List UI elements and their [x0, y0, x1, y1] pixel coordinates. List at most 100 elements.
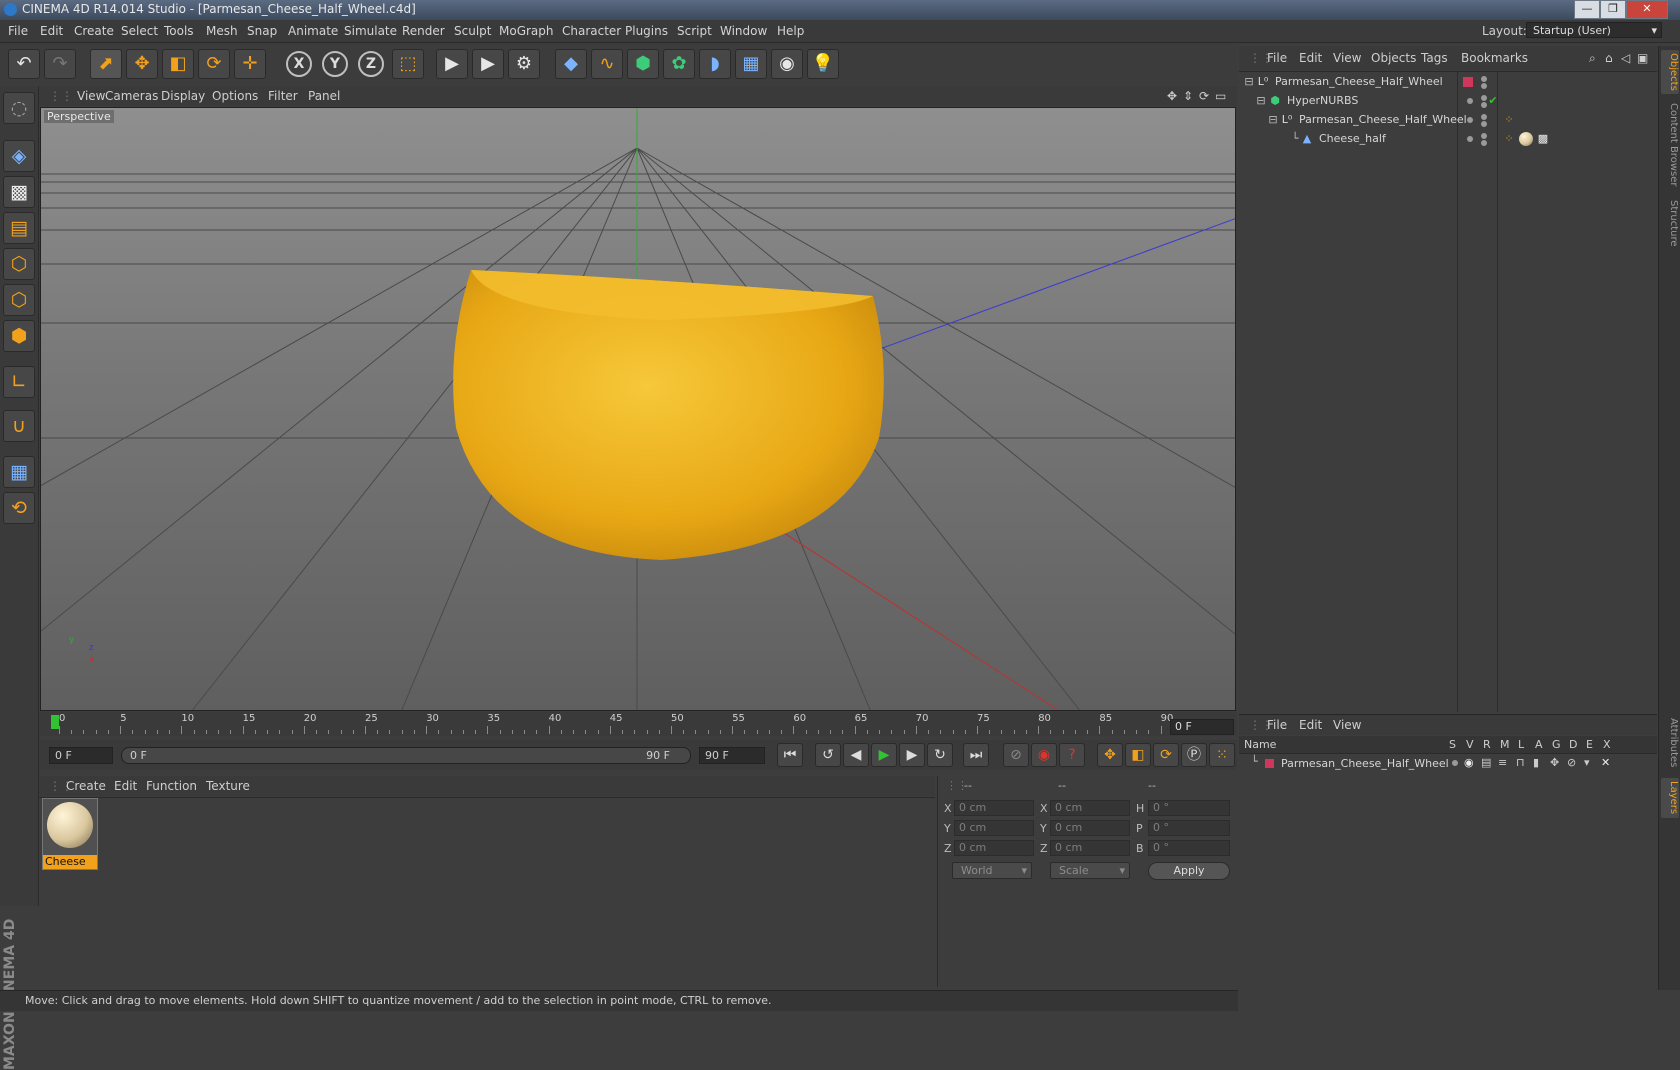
rotate-tool-button[interactable]: ⟳ [198, 49, 230, 79]
polygons-mode-button[interactable]: ⬢ [3, 320, 35, 352]
menu-window[interactable]: Window [720, 24, 767, 38]
visibility-dot[interactable] [1467, 136, 1473, 142]
column-header-generators[interactable]: G [1552, 738, 1561, 751]
points-mode-button[interactable]: ⬡ [3, 248, 35, 280]
size-mode-dropdown[interactable]: Scale ▾ [1050, 862, 1130, 879]
back-icon[interactable]: ◁ [1621, 51, 1630, 65]
current-frame-field[interactable]: 0 F [1170, 719, 1234, 735]
playhead-marker[interactable] [51, 715, 59, 729]
timeline-ruler[interactable]: 0 5 10 15 20 25 30 35 40 45 50 55 60 65 70 75 80 85 90 [39, 712, 1237, 736]
go-to-start-button[interactable]: ⏮ [777, 743, 803, 767]
workplane-lock-button[interactable]: ▦ [3, 456, 35, 488]
home-icon[interactable]: ⌂ [1605, 51, 1613, 65]
texture-mode-button[interactable]: ▩ [3, 176, 35, 208]
make-editable-button[interactable]: ◌ [3, 92, 35, 124]
y-axis-lock-button[interactable]: Y [322, 51, 348, 77]
layout-dropdown[interactable]: Startup (User) ▾ [1526, 22, 1662, 38]
rot-b-field[interactable]: 0 ° [1148, 840, 1230, 856]
phong-tag-icon[interactable]: ⁘ [1503, 133, 1515, 145]
checkmark-icon[interactable]: ✔ [1487, 95, 1499, 107]
viewport-pan-icon[interactable]: ✥ [1167, 89, 1177, 103]
collapse-icon[interactable]: ⊟ [1243, 76, 1255, 88]
material-menu-texture[interactable]: Texture [206, 779, 250, 793]
snap-button[interactable]: ∪ [3, 410, 35, 442]
deformer-button[interactable]: ◗ [699, 49, 731, 79]
menu-edit[interactable]: Edit [40, 24, 63, 38]
key-parameter-button[interactable]: Ⓟ [1181, 743, 1207, 767]
layer-manager-icon[interactable]: ≡ [1498, 756, 1507, 769]
menu-animate[interactable]: Animate [288, 24, 338, 38]
play-button[interactable]: ▶ [871, 743, 897, 767]
object-row[interactable]: └ ▲ Cheese_half ⁘ ▩ [1239, 130, 1657, 149]
objects-menu-file[interactable]: File [1267, 51, 1287, 65]
layer-lock-icon[interactable]: ⊓ [1516, 756, 1525, 769]
layer-color-swatch[interactable] [1265, 759, 1274, 768]
max-frame-field[interactable]: 90 F [699, 747, 765, 764]
menu-snap[interactable]: Snap [247, 24, 277, 38]
layer-xref-icon[interactable]: ✕ [1601, 756, 1610, 769]
minimize-button[interactable]: — [1574, 0, 1600, 19]
render-picture-viewer-button[interactable]: ▶ [472, 49, 504, 79]
menu-select[interactable]: Select [121, 24, 158, 38]
workplane-mode-button[interactable]: ▤ [3, 212, 35, 244]
floor-button[interactable]: ▦ [735, 49, 767, 79]
live-selection-button[interactable]: ⬈ [90, 49, 122, 79]
enable-solo-button[interactable]: ⟲ [3, 492, 35, 524]
array-button[interactable]: ✿ [663, 49, 695, 79]
x-axis-lock-button[interactable]: X [286, 51, 312, 77]
menu-simulate[interactable]: Simulate [344, 24, 397, 38]
layer-generator-icon[interactable]: ✥ [1550, 756, 1559, 769]
menu-create[interactable]: Create [74, 24, 114, 38]
tab-attributes[interactable]: Attributes [1661, 714, 1679, 772]
menu-file[interactable]: File [8, 24, 28, 38]
object-row[interactable]: ⊟ ⬢ HyperNURBS ✔ [1239, 92, 1657, 111]
undo-button[interactable]: ↶ [8, 49, 40, 79]
column-header-xrefs[interactable]: X [1603, 738, 1611, 751]
keyframe-selection-button[interactable]: ? [1059, 743, 1085, 767]
visibility-render-dot[interactable] [1481, 121, 1487, 127]
column-header-render[interactable]: R [1483, 738, 1491, 751]
cube-object-button[interactable]: ◆ [555, 49, 587, 79]
layer-color-swatch[interactable] [1463, 77, 1473, 87]
visibility-render-dot[interactable] [1481, 140, 1487, 146]
layers-menu-edit[interactable]: Edit [1299, 718, 1322, 732]
column-header-solo[interactable]: S [1449, 738, 1456, 751]
viewport-menu-view[interactable]: View [77, 89, 105, 103]
size-y-field[interactable]: 0 cm [1050, 820, 1130, 836]
spline-button[interactable]: ∿ [591, 49, 623, 79]
menu-script[interactable]: Script [677, 24, 712, 38]
layer-render-icon[interactable]: ▤ [1481, 756, 1491, 769]
material-tag-icon[interactable] [1519, 132, 1533, 146]
redo-button[interactable]: ↷ [44, 49, 76, 79]
next-key-button[interactable]: ↻ [927, 743, 953, 767]
column-header-name[interactable]: Name [1244, 738, 1276, 751]
menu-character[interactable]: Character [562, 24, 621, 38]
tab-layers[interactable]: Layers [1661, 778, 1679, 818]
objects-menu-view[interactable]: View [1333, 51, 1361, 65]
material-menu-edit[interactable]: Edit [114, 779, 137, 793]
previous-frame-button[interactable]: ◀ [843, 743, 869, 767]
visibility-editor-dot[interactable] [1481, 114, 1487, 120]
key-scale-button[interactable]: ◧ [1125, 743, 1151, 767]
render-view-button[interactable]: ▶ [436, 49, 468, 79]
visibility-dot[interactable] [1467, 117, 1473, 123]
pos-x-field[interactable]: 0 cm [954, 800, 1034, 816]
next-frame-button[interactable]: ▶ [899, 743, 925, 767]
edges-mode-button[interactable]: ⬡ [3, 284, 35, 316]
column-header-locked[interactable]: L [1518, 738, 1524, 751]
render-settings-button[interactable]: ⚙ [508, 49, 540, 79]
key-pla-button[interactable]: ⁙ [1209, 743, 1235, 767]
layer-view-eye-icon[interactable]: ◉ [1464, 756, 1474, 769]
search-icon[interactable]: ⌕ [1589, 51, 1596, 66]
autokey-button[interactable]: ◉ [1031, 743, 1057, 767]
camera-button[interactable]: ◉ [771, 49, 803, 79]
collapse-icon[interactable]: ⊟ [1267, 114, 1279, 126]
maximize-button[interactable]: ❐ [1600, 0, 1626, 19]
column-header-deformers[interactable]: D [1569, 738, 1577, 751]
layer-row[interactable]: └ Parmesan_Cheese_Half_Wheel ◉ ▤ ≡ ⊓ ▮ ✥… [1239, 755, 1657, 772]
objects-menu-objects[interactable]: Objects [1371, 51, 1416, 65]
layer-animation-icon[interactable]: ▮ [1533, 756, 1539, 769]
layers-menu-view[interactable]: View [1333, 718, 1361, 732]
column-header-expressions[interactable]: E [1586, 738, 1593, 751]
rot-p-field[interactable]: 0 ° [1148, 820, 1230, 836]
